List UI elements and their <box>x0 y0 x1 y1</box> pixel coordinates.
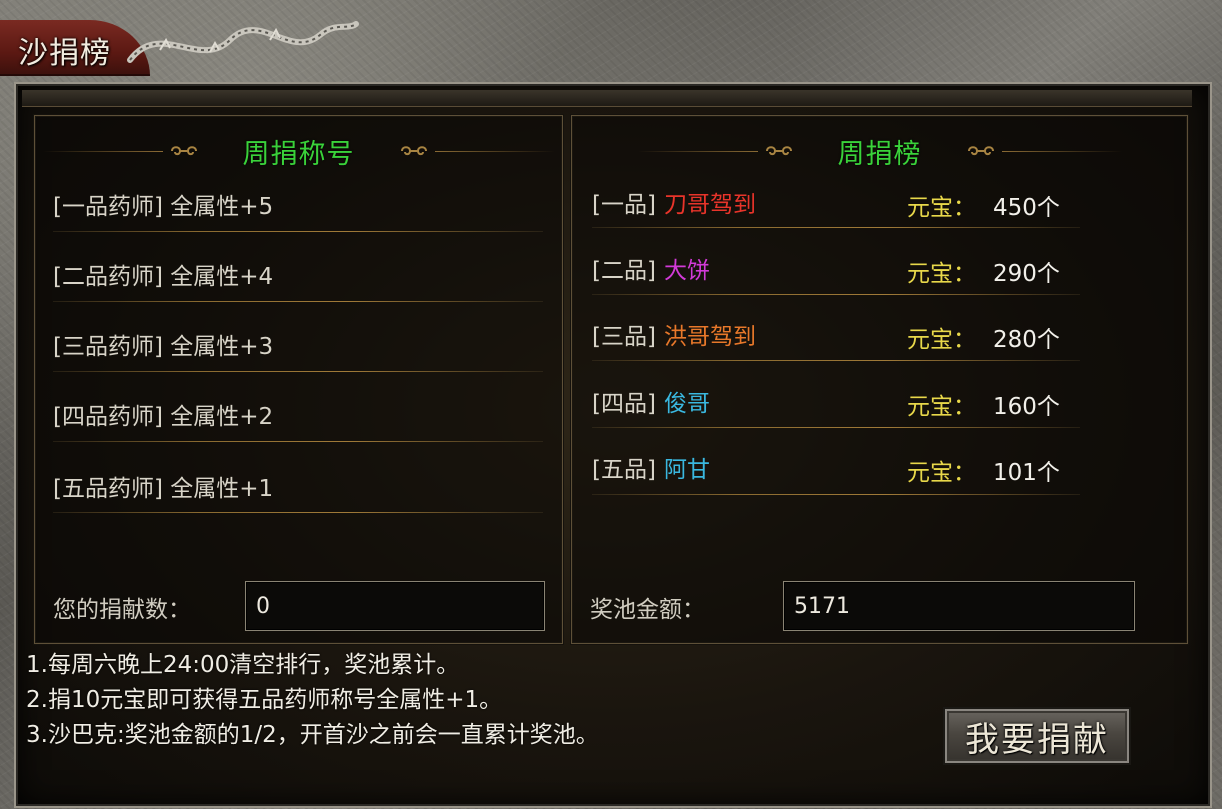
title-reward-row: [一品药师] 全属性+5 <box>53 194 274 220</box>
row-divider <box>53 371 543 372</box>
row-divider <box>592 227 1080 228</box>
title-reward-row: [五品药师] 全属性+1 <box>53 476 274 502</box>
panel-header: 周捐榜 <box>572 134 1187 170</box>
scroll-ornament-icon <box>400 146 427 156</box>
rules-notes: 1.每周六晚上24:00清空排行，奖池累计。 2.捐10元宝即可获得五品药师称号… <box>26 648 599 753</box>
rank-label: [三品] <box>592 324 656 350</box>
scroll-ornament-icon <box>170 146 197 156</box>
currency-label: 元宝： <box>907 261 976 287</box>
scroll-ornament-icon <box>765 146 792 156</box>
panel-title: 周捐称号 <box>242 138 355 170</box>
row-divider <box>592 427 1080 428</box>
title-reward-row: [二品药师] 全属性+4 <box>53 264 274 290</box>
row-divider <box>53 231 543 232</box>
donation-amount: 290个 <box>993 261 1060 287</box>
header-ornament-left <box>42 143 199 159</box>
window-title: 沙捐榜 <box>18 36 111 71</box>
donation-count-field[interactable]: 0 <box>245 581 545 631</box>
ranking-row: [五品] 阿甘 <box>592 447 710 487</box>
ranking-row: [四品] 俊哥 <box>592 381 710 421</box>
player-name: 洪哥驾到 <box>663 324 756 350</box>
donate-button[interactable]: 我要捐献 <box>943 707 1131 765</box>
rank-label: [二品] <box>592 258 656 284</box>
dragon-ornament-icon <box>127 21 359 63</box>
ranking-row: [一品] 刀哥驾到 <box>592 182 756 222</box>
title-rewards-panel: 周捐称号 [一品药师] 全属性+5 [二品药师] 全属性+4 [三品药师] 全属… <box>34 115 563 644</box>
currency-label: 元宝： <box>907 195 976 221</box>
rule-line: 1.每周六晚上24:00清空排行，奖池累计。 <box>26 652 460 678</box>
header-ornament-left <box>637 143 794 159</box>
donation-amount: 160个 <box>993 394 1060 420</box>
title-reward-row: [三品药师] 全属性+3 <box>53 334 274 360</box>
donation-amount: 280个 <box>993 327 1060 353</box>
donation-count-label: 您的捐献数： <box>53 597 191 623</box>
title-reward-row: [四品药师] 全属性+2 <box>53 404 274 430</box>
rule-line: 2.捐10元宝即可获得五品药师称号全属性+1。 <box>26 687 503 713</box>
rank-label: [四品] <box>592 391 656 417</box>
row-divider <box>592 360 1080 361</box>
rule-line: 3.沙巴克:奖池金额的1/2，开首沙之前会一直累计奖池。 <box>26 722 599 748</box>
currency-label: 元宝： <box>907 460 976 486</box>
rank-label: [一品] <box>592 192 656 218</box>
row-divider <box>53 301 543 302</box>
player-name: 阿甘 <box>663 457 710 483</box>
scroll-ornament-icon <box>967 146 994 156</box>
weekly-ranking-panel: 周捐榜 [一品] 刀哥驾到 元宝： 450个 [二品] 大饼 元宝： 290个 … <box>571 115 1188 644</box>
prize-pool-label: 奖池金额： <box>590 597 705 623</box>
row-divider <box>592 494 1080 495</box>
row-divider <box>53 512 543 513</box>
header-ornament-right <box>966 143 1122 159</box>
ranking-row: [二品] 大饼 <box>592 248 710 288</box>
rank-label: [五品] <box>592 457 656 483</box>
row-divider <box>53 441 543 442</box>
prize-pool-field[interactable]: 5171 <box>783 581 1135 631</box>
player-name: 大饼 <box>663 258 710 284</box>
donation-amount: 450个 <box>993 195 1060 221</box>
ranking-row: [三品] 洪哥驾到 <box>592 314 756 354</box>
donation-amount: 101个 <box>993 460 1060 486</box>
panel-header: 周捐称号 <box>35 134 562 170</box>
row-divider <box>592 294 1080 295</box>
player-name: 刀哥驾到 <box>663 192 756 218</box>
currency-label: 元宝： <box>907 394 976 420</box>
header-ornament-right <box>399 143 555 159</box>
player-name: 俊哥 <box>663 391 710 417</box>
top-strip <box>22 90 1192 107</box>
currency-label: 元宝： <box>907 327 976 353</box>
panel-title: 周捐榜 <box>837 138 922 170</box>
